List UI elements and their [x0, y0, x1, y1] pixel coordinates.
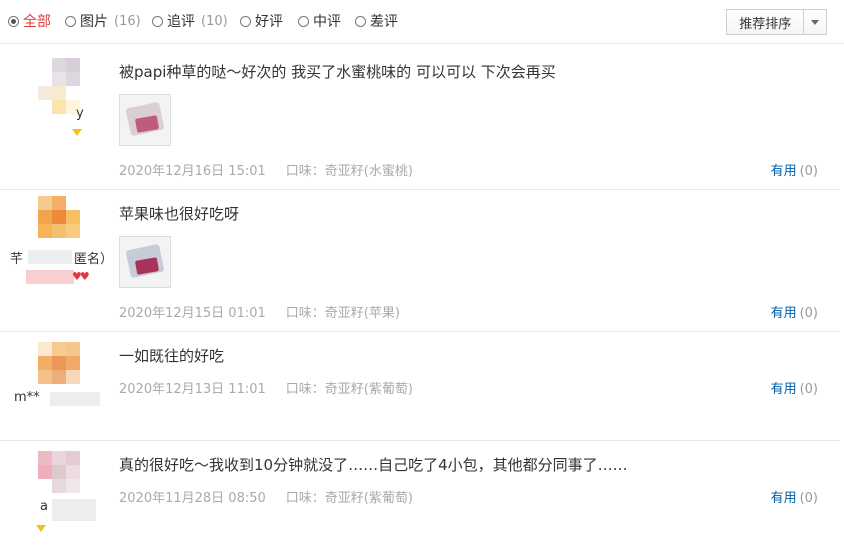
filter-neutral[interactable]: 中评: [298, 11, 341, 31]
review-meta: 2020年11月28日 08:50 口味：奇亚籽(紫葡萄): [119, 487, 413, 506]
radio-icon[interactable]: [65, 15, 76, 27]
useful-label: 有用: [770, 382, 797, 397]
useful-count: (0): [799, 306, 818, 321]
username-suffix: 匿名）: [74, 252, 114, 267]
username-mask: [28, 250, 72, 264]
review-meta: 2020年12月16日 15:01 口味：奇亚籽(水蜜桃): [119, 160, 413, 179]
reviewer-info: m**: [10, 332, 100, 440]
filter-count: (10): [201, 13, 228, 29]
review-meta: 2020年12月13日 11:01 口味：奇亚籽(紫葡萄): [119, 378, 413, 397]
review-item: y 被papi种草的哒～好次的 我买了水蜜桃味的 可以可以 下次会再买 2020…: [0, 44, 840, 190]
filter-positive[interactable]: 好评: [240, 11, 283, 31]
vip-badge-icon: [72, 129, 82, 136]
review-date: 2020年12月16日 15:01: [119, 164, 266, 179]
vip-badge-icon: [36, 525, 46, 532]
username: m**: [14, 390, 40, 405]
review-item: m** 一如既往的好吃 2020年12月13日 11:01 口味：奇亚籽(紫葡萄)…: [0, 332, 840, 441]
review-text: 真的很好吃～我收到10分钟就没了……自己吃了4小包，其他都分同事了……: [119, 456, 628, 474]
useful-label: 有用: [770, 164, 797, 179]
review-date: 2020年11月28日 08:50: [119, 491, 266, 506]
useful-count: (0): [799, 491, 818, 506]
review-photo[interactable]: [119, 94, 171, 146]
review-date: 2020年12月15日 01:01: [119, 306, 266, 321]
reviewer-info: a: [10, 441, 100, 548]
useful-button[interactable]: 有用 (0): [771, 378, 818, 397]
username-mask: [52, 499, 96, 521]
radio-icon[interactable]: [298, 15, 309, 27]
review-flavor: 口味：奇亚籽(紫葡萄): [285, 491, 413, 506]
review-text: 被papi种草的哒～好次的 我买了水蜜桃味的 可以可以 下次会再买: [119, 63, 556, 81]
filter-label: 中评: [313, 14, 341, 30]
reviewer-info: y: [10, 44, 100, 189]
useful-button[interactable]: 有用 (0): [771, 487, 818, 506]
review-flavor: 口味：奇亚籽(紫葡萄): [285, 382, 413, 397]
reviewer-info: 芊 匿名） ♥♥: [10, 190, 113, 331]
sort-toggle[interactable]: [803, 10, 826, 34]
review-item: 芊 匿名） ♥♥ 苹果味也很好吃呀 2020年12月15日 01:01 口味：奇亚…: [0, 190, 840, 332]
username: 芊: [10, 252, 24, 267]
useful-label: 有用: [770, 491, 797, 506]
review-flavor: 口味：奇亚籽(苹果): [285, 306, 400, 321]
filter-all[interactable]: 全部: [8, 11, 51, 31]
useful-button[interactable]: 有用 (0): [771, 302, 818, 321]
filter-label: 全部: [23, 14, 51, 30]
radio-icon[interactable]: [355, 15, 366, 27]
review-text: 苹果味也很好吃呀: [119, 205, 240, 223]
username: y: [76, 106, 84, 121]
filter-count: (16): [114, 13, 141, 29]
username-mask: [50, 392, 100, 406]
useful-count: (0): [799, 164, 818, 179]
review-date: 2020年12月13日 11:01: [119, 382, 266, 397]
chevron-down-icon: [811, 19, 820, 25]
useful-button[interactable]: 有用 (0): [771, 160, 818, 179]
radio-icon[interactable]: [8, 15, 19, 27]
filter-followup[interactable]: 追评 (10): [152, 11, 228, 31]
radio-icon[interactable]: [240, 15, 251, 27]
filter-label: 图片: [80, 14, 108, 30]
review-filter-bar: 全部 图片 (16) 追评 (10) 好评 中评 差评 推荐排序: [0, 0, 844, 44]
filter-label: 好评: [255, 14, 283, 30]
filter-negative[interactable]: 差评: [355, 11, 398, 31]
filter-label: 追评: [167, 14, 195, 30]
avatar[interactable]: [38, 58, 94, 114]
filter-label: 差评: [370, 14, 398, 30]
avatar[interactable]: [38, 196, 94, 252]
review-photo[interactable]: [119, 236, 171, 288]
username-mask: [26, 270, 74, 284]
review-text: 一如既往的好吃: [119, 347, 225, 365]
sort-dropdown[interactable]: 推荐排序: [726, 9, 827, 35]
useful-count: (0): [799, 382, 818, 397]
radio-icon[interactable]: [152, 15, 163, 27]
sort-label: 推荐排序: [739, 16, 792, 32]
review-meta: 2020年12月15日 01:01 口味：奇亚籽(苹果): [119, 302, 400, 321]
username: a: [40, 499, 48, 514]
avatar[interactable]: [38, 342, 94, 398]
filter-images[interactable]: 图片 (16): [65, 11, 141, 31]
useful-label: 有用: [770, 306, 797, 321]
review-flavor: 口味：奇亚籽(水蜜桃): [285, 164, 413, 179]
review-item: a 真的很好吃～我收到10分钟就没了……自己吃了4小包，其他都分同事了…… 20…: [0, 441, 840, 548]
heart-badge-icon: ♥♥: [72, 270, 90, 283]
